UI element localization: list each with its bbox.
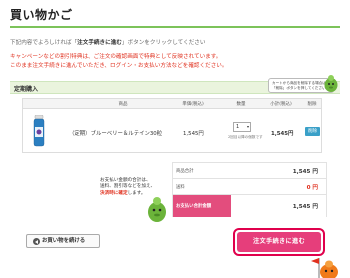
cart-table: 商品 単価(税込) 数量 小計(税込) 削除 （定期）ブルーベリー＆ルテイン30… — [22, 98, 322, 153]
quantity-note: 2回目以降の個数です — [228, 135, 263, 139]
order-summary: 商品合計 1,545 円 送料 0 円 お支払い合計金額 1,545 円 — [172, 162, 327, 217]
cart-page: 買い物かご 下記内容でよろしければ「注文手続きに進む」ボタンをクリックしてくださ… — [0, 0, 350, 278]
quantity-value: 1 — [236, 124, 240, 130]
summary-label: お支払い合計金額 — [176, 204, 212, 209]
summary-row-grand-total: お支払い合計金額 1,545 円 — [173, 195, 326, 217]
notice-line-2: このまま注文手続きに進んでいただき、ログイン・お支払い方法などを確認ください。 — [10, 63, 228, 69]
summary-value: 1,545 円 — [292, 169, 318, 175]
header-subtotal: 小計(税込) — [270, 102, 292, 107]
chevron-down-icon: ▾ — [246, 124, 249, 129]
continue-shopping-label: お買い物を続ける — [42, 238, 86, 244]
summary-label: 商品合計 — [176, 169, 194, 174]
header-product: 商品 — [118, 102, 128, 107]
page-title: 買い物かご — [10, 8, 73, 22]
instruction-prefix: 下記内容でよろしければ「 — [10, 40, 78, 46]
mascot-icon — [148, 197, 166, 222]
header-delete: 削除 — [307, 102, 317, 107]
row-subtotal: 1,545円 — [271, 131, 294, 137]
product-bottle-image[interactable] — [33, 115, 45, 147]
campaign-notice: キャンペーンなどの割引特典は、ご注文の確認画面で特典として反映されています。 こ… — [10, 53, 228, 71]
header-quantity: 数量 — [236, 102, 246, 107]
unit-price: 1,545円 — [183, 131, 204, 137]
bubble-line-3-rest: します。 — [127, 190, 146, 196]
notice-line-1: キャンペーンなどの割引特典は、ご注文の確認画面で特典として反映されています。 — [10, 54, 222, 60]
bubble-emphasis: 決済時に確定 — [100, 190, 128, 196]
checkout-button[interactable]: 注文手続きに進む — [237, 232, 321, 252]
summary-value: 1,545 円 — [292, 204, 318, 210]
quantity-select[interactable]: 1 ▾ — [233, 122, 251, 132]
product-name-link[interactable]: （定期）ブルーベリー＆ルテイン30粒 — [69, 129, 162, 137]
section-label: 定期購入 — [14, 86, 39, 93]
summary-label: 送料 — [176, 185, 185, 190]
instruction-emphasis: 注文手続きに進む — [77, 40, 122, 46]
back-arrow-icon — [33, 238, 40, 245]
title-divider — [10, 26, 340, 28]
instruction-suffix: 」ボタンをクリックしてください — [121, 40, 206, 46]
summary-row-items-total: 商品合計 1,545 円 — [173, 163, 326, 179]
mascot-icon — [324, 75, 338, 92]
mascot-flag-icon — [311, 258, 338, 278]
summary-value: 0 円 — [306, 185, 318, 191]
table-header: 商品 単価(税込) 数量 小計(税込) 削除 — [23, 99, 321, 109]
continue-shopping-button[interactable]: お買い物を続ける — [26, 234, 100, 248]
instruction-text: 下記内容でよろしければ「注文手続きに進む」ボタンをクリックしてください — [10, 38, 205, 46]
delete-button[interactable]: 削除 — [305, 127, 320, 136]
summary-row-shipping: 送料 0 円 — [173, 179, 326, 195]
header-unit-price: 単価(税込) — [182, 102, 204, 107]
